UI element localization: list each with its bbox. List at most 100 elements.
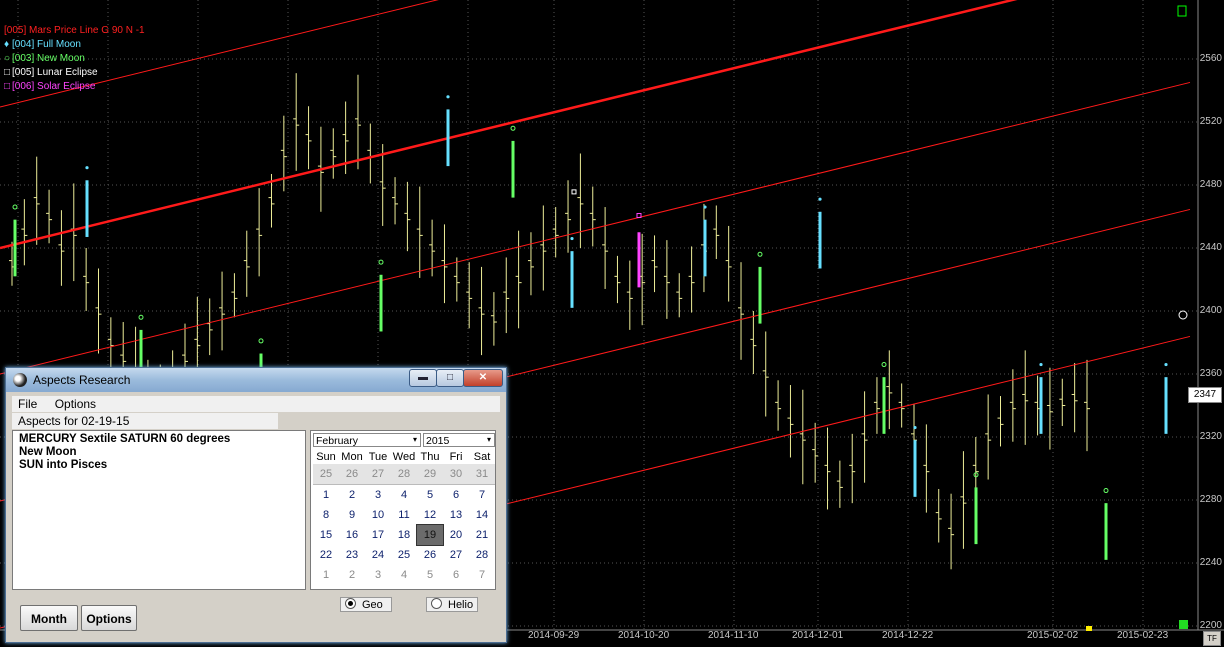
mars-price-line <box>0 0 439 108</box>
calendar-day[interactable]: 23 <box>339 545 365 565</box>
helio-radio[interactable]: Helio <box>426 597 478 612</box>
calendar-day[interactable]: 5 <box>417 485 443 506</box>
new-moon-marker <box>138 314 144 320</box>
calendar-day[interactable]: 16 <box>339 525 365 545</box>
calendar-day[interactable]: 22 <box>313 545 339 565</box>
calendar-day[interactable]: 1 <box>313 485 339 506</box>
date-tick: 2014-11-10 <box>708 630 759 641</box>
calendar-day[interactable]: 28 <box>391 464 417 485</box>
calendar-day[interactable]: 25 <box>313 464 339 485</box>
full-moon-marker <box>1039 362 1043 367</box>
calendar-day[interactable]: 17 <box>365 525 391 545</box>
calendar-day[interactable]: 2 <box>339 565 365 585</box>
date-tick: 2015-02-02 <box>1027 630 1079 641</box>
calendar-day[interactable]: 15 <box>313 525 339 545</box>
calendar-day[interactable]: 11 <box>391 505 417 525</box>
legend-item-new-moon: ○ [003] New Moon <box>4 52 145 66</box>
weekday-label: Sat <box>473 451 491 463</box>
calendar-day[interactable]: 27 <box>365 464 391 485</box>
menu-file[interactable]: File <box>18 396 37 412</box>
calendar-day[interactable]: 4 <box>391 485 417 506</box>
price-tick: 2520 <box>1199 116 1222 127</box>
calendar-day[interactable]: 20 <box>443 525 469 545</box>
chevron-down-icon[interactable]: ▾ <box>484 434 494 446</box>
month-select[interactable]: February ▾ <box>313 433 421 447</box>
calendar-day[interactable]: 6 <box>443 485 469 506</box>
legend-item-lunar-eclipse: □ [005] Lunar Eclipse <box>4 66 145 80</box>
full-moon-marker <box>570 236 574 241</box>
calendar-day[interactable]: 27 <box>443 545 469 565</box>
chevron-down-icon[interactable]: ▾ <box>410 434 420 446</box>
aspects-list[interactable]: MERCURY Sextile SATURN 60 degrees New Mo… <box>12 430 306 590</box>
legend-label: [004] Full Moon <box>12 39 81 50</box>
calendar-day[interactable]: 31 <box>469 464 495 485</box>
price-axis[interactable]: 2560 2520 2480 2440 2400 2360 2320 2280 … <box>1198 0 1224 631</box>
year-value: 2015 <box>426 435 450 447</box>
calendar-day[interactable]: 7 <box>469 485 495 506</box>
aspects-research-window: Aspects Research ▬ □ ✕ File Options Aspe… <box>5 367 507 643</box>
month-button[interactable]: Month <box>20 605 78 631</box>
close-button[interactable]: ✕ <box>463 369 503 387</box>
calendar-day[interactable]: 29 <box>417 464 443 485</box>
price-cursor-icon[interactable] <box>1178 310 1188 320</box>
weekday-label: Mon <box>341 451 363 463</box>
calendar-day[interactable]: 4 <box>391 565 417 585</box>
full-moon-marker <box>703 205 707 209</box>
calendar-day[interactable]: 30 <box>443 464 469 485</box>
weekday-label: Tue <box>368 451 388 463</box>
legend-item-solar-eclipse: □ [006] Solar Eclipse <box>4 80 145 94</box>
new-moon-marker <box>378 259 384 265</box>
calendar-day[interactable]: 7 <box>469 565 495 585</box>
date-tick: 2014-10-20 <box>618 630 670 641</box>
chart-corner-box[interactable] <box>1177 5 1187 17</box>
lunar-eclipse-marker <box>571 189 577 195</box>
calendar-day[interactable]: 26 <box>417 545 443 565</box>
moon-app-icon <box>13 373 27 387</box>
calendar-day[interactable]: 1 <box>313 565 339 585</box>
radio-dot-icon <box>431 598 442 609</box>
calendar-day[interactable]: 10 <box>365 505 391 525</box>
price-tick: 2320 <box>1199 431 1222 442</box>
weekday-label: Wed <box>392 451 416 463</box>
calendar-day[interactable]: 9 <box>339 505 365 525</box>
calendar-day[interactable]: 2 <box>339 485 365 506</box>
list-item[interactable]: New Moon <box>19 446 299 459</box>
calendar-day[interactable]: 21 <box>469 525 495 545</box>
timeframe-button[interactable]: TF <box>1203 631 1221 646</box>
legend-label: [005] Lunar Eclipse <box>12 67 98 78</box>
square-icon: □ <box>4 67 11 78</box>
full-moon-marker <box>913 425 917 430</box>
price-tick: 2440 <box>1199 242 1222 253</box>
chart-scroll-marker[interactable] <box>1179 620 1188 629</box>
list-item[interactable]: SUN into Pisces <box>19 459 299 472</box>
calendar-day-selected[interactable]: 19 <box>416 524 444 546</box>
minimize-button[interactable]: ▬ <box>409 369 437 387</box>
radio-dot-icon <box>345 598 356 609</box>
calendar-day[interactable]: 12 <box>417 505 443 525</box>
date-tick: 2015-02-23 <box>1117 630 1169 641</box>
year-select[interactable]: 2015 ▾ <box>423 433 495 447</box>
legend-label: [003] New Moon <box>12 53 85 64</box>
calendar-day[interactable]: 8 <box>313 505 339 525</box>
calendar-day[interactable]: 3 <box>365 485 391 506</box>
menu-options[interactable]: Options <box>55 396 96 412</box>
price-tick: 2240 <box>1199 557 1222 568</box>
list-item[interactable]: MERCURY Sextile SATURN 60 degrees <box>19 433 299 446</box>
geo-radio[interactable]: Geo <box>340 597 392 612</box>
radio-label: Geo <box>362 599 383 611</box>
month-calendar: February ▾ 2015 ▾ Sun Mon Tue Wed Thu Fr… <box>310 430 496 590</box>
calendar-day[interactable]: 24 <box>365 545 391 565</box>
maximize-button[interactable]: □ <box>436 369 464 387</box>
calendar-day[interactable]: 26 <box>339 464 365 485</box>
calendar-day[interactable]: 13 <box>443 505 469 525</box>
date-tick: 2014-12-01 <box>792 630 844 641</box>
options-button[interactable]: Options <box>81 605 137 631</box>
calendar-day[interactable]: 3 <box>365 565 391 585</box>
calendar-day[interactable]: 14 <box>469 505 495 525</box>
calendar-day[interactable]: 5 <box>417 565 443 585</box>
calendar-day[interactable]: 18 <box>391 525 417 545</box>
window-titlebar[interactable]: Aspects Research ▬ □ ✕ <box>6 368 506 392</box>
calendar-day[interactable]: 28 <box>469 545 495 565</box>
calendar-day[interactable]: 25 <box>391 545 417 565</box>
calendar-day[interactable]: 6 <box>443 565 469 585</box>
